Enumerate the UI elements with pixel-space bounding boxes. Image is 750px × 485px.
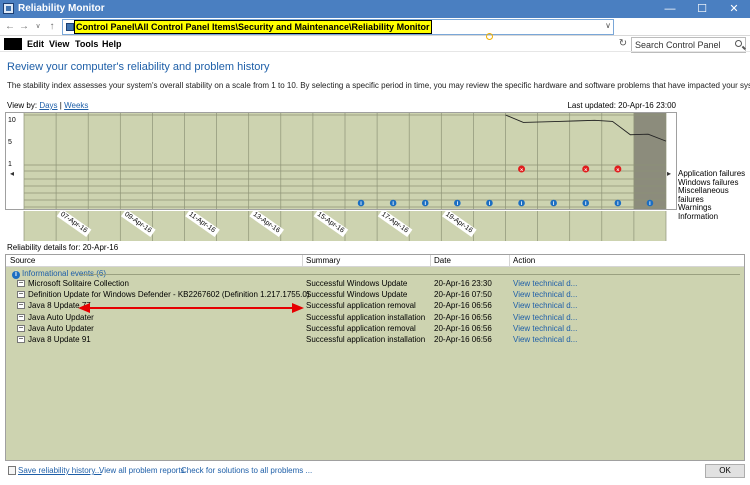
y-tick-label: 1 — [8, 161, 12, 168]
annotation-arrow — [78, 303, 304, 313]
chart-category-legend: Application failures Windows failures Mi… — [678, 169, 750, 222]
window-title: Reliability Monitor — [18, 3, 105, 14]
chart-date-axis: 07-Apr-16 09-Apr-16 11-Apr-16 13-Apr-16 15-A… — [5, 208, 677, 241]
address-bar-row: ← → ∨ ↑ Control Panel\All Control Panel … — [0, 18, 750, 53]
menu-help[interactable]: Help — [102, 39, 122, 49]
control-panel-icon — [66, 23, 74, 31]
minimize-button[interactable]: — — [654, 0, 686, 18]
ok-button[interactable]: OK — [705, 464, 745, 478]
svg-text:×: × — [520, 167, 523, 173]
selected-day-column — [633, 113, 666, 209]
date-axis-svg: 07-Apr-16 09-Apr-16 11-Apr-16 13-Apr-16 15-A… — [23, 208, 667, 241]
view-by: View by: Days | Weeks — [7, 101, 88, 110]
svg-text:×: × — [616, 167, 619, 173]
maximize-button[interactable]: ☐ — [686, 0, 718, 18]
category-information: Information — [678, 211, 719, 221]
category-miscellaneous-failures: Miscellaneous failures — [678, 186, 729, 204]
scroll-right-arrow-icon: ▸ — [667, 169, 671, 178]
view-all-reports-link[interactable]: View all problem reports — [99, 466, 185, 475]
back-arrow-icon[interactable]: ← — [3, 20, 17, 34]
arrowhead-right — [292, 303, 304, 313]
title-bar[interactable]: Reliability Monitor — ☐ ✕ — [0, 0, 750, 18]
y-tick-label: 10 — [8, 117, 16, 124]
address-path[interactable]: Control Panel\All Control Panel Items\Se… — [74, 20, 432, 34]
view-by-label: View by: — [7, 101, 38, 110]
arrowhead-left — [78, 303, 90, 313]
stability-chart-svg: 1051◂ × × ×i i i i i i i i i i▸ — [8, 113, 671, 209]
recent-dropdown-icon[interactable]: ∨ — [31, 20, 45, 34]
footer-bar: Save reliability history... View all pro… — [0, 461, 750, 485]
reliability-monitor-window: Reliability Monitor — ☐ ✕ ← → ∨ ↑ Contro… — [0, 0, 750, 485]
menu-tools[interactable]: Tools — [75, 39, 98, 49]
close-button[interactable]: ✕ — [718, 0, 750, 18]
details-table: Source Summary Date Action i Informationa… — [5, 254, 745, 461]
menu-view[interactable]: View — [49, 39, 69, 49]
menu-edit[interactable]: Edit — [27, 39, 44, 49]
menu-bar: Edit View Tools Help — [0, 36, 750, 52]
app-icon — [3, 3, 14, 14]
view-by-days-link[interactable]: Days — [39, 101, 57, 110]
save-history-link[interactable]: Save reliability history... — [18, 466, 101, 475]
view-by-weeks-link[interactable]: Weeks — [64, 101, 88, 110]
svg-text:×: × — [584, 167, 587, 173]
last-updated: Last updated: 20-Apr-16 23:00 — [567, 101, 676, 110]
up-arrow-icon[interactable]: ↑ — [45, 20, 59, 34]
view-by-separator: | — [59, 101, 62, 110]
page-description: The stability index assesses your system… — [7, 81, 750, 90]
save-icon — [8, 466, 16, 475]
page-heading: Review your computer's reliability and p… — [7, 61, 270, 73]
stability-chart[interactable]: 10 5 1 ◂ × × × i i i i i i i i i i ▸ — [5, 112, 677, 210]
redacted-menu-item — [4, 38, 22, 50]
chevron-down-icon[interactable]: ∨ — [605, 21, 611, 30]
address-field[interactable]: Control Panel\All Control Panel Items\Se… — [62, 19, 614, 35]
y-tick-label: 5 — [8, 139, 12, 146]
reliability-details-label: Reliability details for: 20-Apr-16 — [7, 243, 119, 252]
check-solutions-link[interactable]: Check for solutions to all problems ... — [181, 466, 312, 475]
scroll-left-arrow-icon: ◂ — [10, 169, 14, 178]
forward-arrow-icon[interactable]: → — [17, 20, 31, 34]
